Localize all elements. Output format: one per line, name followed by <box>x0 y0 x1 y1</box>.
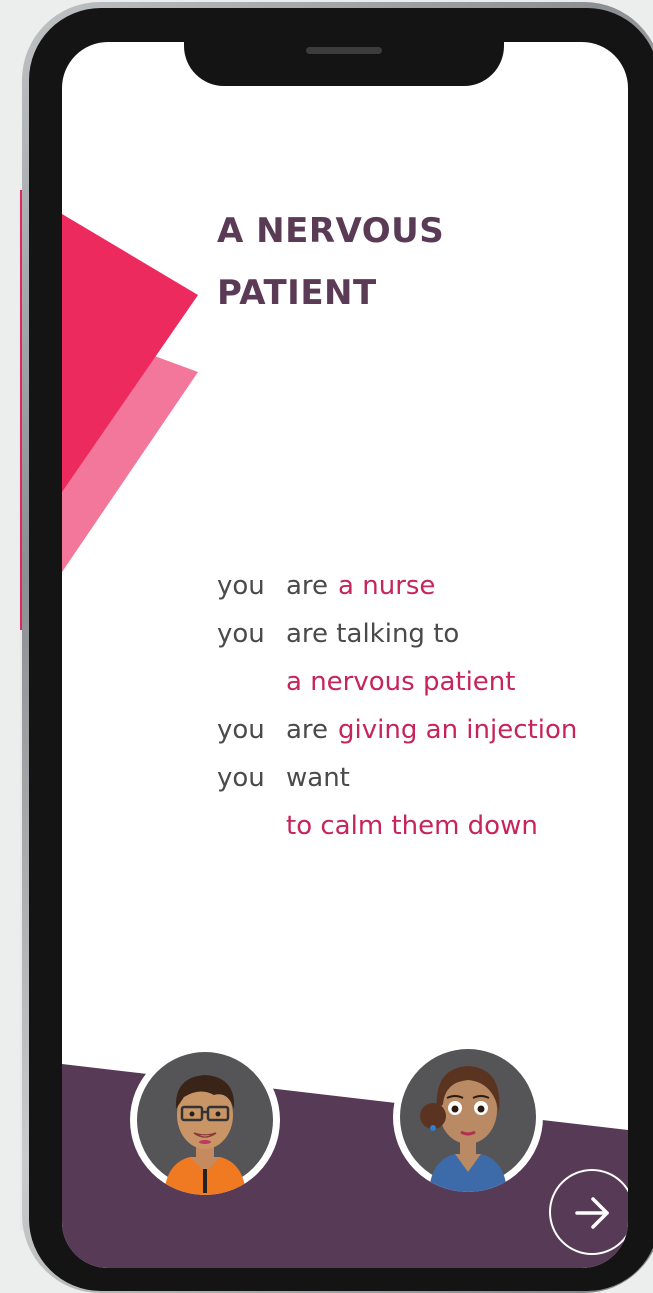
next-button[interactable] <box>549 1169 628 1255</box>
female-patient-icon <box>394 1043 542 1192</box>
female-patient-avatar <box>393 1042 543 1192</box>
phone-speaker <box>306 47 382 54</box>
arrow-right-icon <box>575 1197 609 1229</box>
male-nurse-avatar <box>130 1045 280 1195</box>
male-nurse-icon <box>131 1046 279 1195</box>
app-screen: A NERVOUS PATIENT you are a nurse you ar… <box>62 42 628 1268</box>
